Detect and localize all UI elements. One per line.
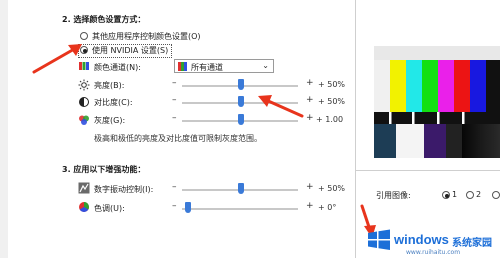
color-channel-dropdown[interactable]: 所有通道 ⌄: [174, 59, 274, 73]
hue-icon: [78, 201, 90, 213]
reference-label: 引用图像:: [376, 191, 411, 200]
gamma-increase[interactable]: +: [306, 113, 314, 123]
contrast-decrease[interactable]: –: [172, 95, 177, 105]
bar-yellow: [390, 60, 406, 112]
brightness-decrease[interactable]: –: [172, 78, 177, 88]
contrast-value: + 50%: [318, 97, 346, 106]
reference-divider: [356, 170, 500, 171]
vibrance-value: + 50%: [318, 184, 346, 193]
vibrance-slider-thumb[interactable]: [238, 183, 244, 194]
radio-other-app[interactable]: [80, 32, 88, 40]
bar-magenta: [438, 60, 454, 112]
color-channel-label: 颜色通道(N):: [94, 63, 141, 72]
bar-cyan: [406, 60, 422, 112]
chevron-down-icon: ⌄: [262, 61, 269, 70]
hue-increase[interactable]: +: [306, 201, 314, 211]
channel-swatch-icon: [178, 62, 187, 73]
vibrance-increase[interactable]: +: [306, 182, 314, 192]
bar-blue: [470, 60, 486, 112]
bar-black: [486, 60, 500, 112]
color-channel-value: 所有通道: [191, 63, 223, 72]
brightness-icon: [78, 79, 90, 91]
annotation-arrow-contrast: [258, 95, 304, 118]
contrast-label: 对比度(C):: [94, 98, 133, 107]
digital-vibrance-icon: [78, 182, 90, 194]
watermark-url: www.ruihaitu.com: [406, 249, 461, 256]
bar-red: [454, 60, 470, 112]
brightness-label: 亮度(B):: [94, 81, 125, 90]
hue-label: 色调(U):: [94, 204, 125, 213]
brightness-slider-thumb[interactable]: [238, 79, 244, 90]
reference-radio-2[interactable]: [466, 191, 474, 199]
gamma-value: + 1.00: [316, 115, 344, 124]
reference-option-1[interactable]: 1: [452, 190, 457, 199]
contrast-increase[interactable]: +: [306, 95, 314, 105]
gamma-decrease[interactable]: –: [172, 113, 177, 123]
range-note: 极高和极低的亮度及对比度值可限制灰度范围。: [94, 134, 262, 143]
block-gray-ramp: [462, 124, 500, 158]
preview-top-strip: [374, 46, 500, 60]
reference-radio-1[interactable]: [442, 191, 450, 199]
block-dark: [446, 124, 462, 158]
block-white: [396, 124, 424, 158]
section-2-title: 2. 选择颜色设置方式：: [62, 15, 146, 24]
windows-logo-icon: [368, 229, 390, 250]
gamma-label: 灰度(G):: [94, 116, 126, 125]
annotation-arrow-nvidia: [32, 44, 82, 74]
hue-decrease[interactable]: –: [172, 201, 177, 211]
brightness-value: + 50%: [318, 80, 346, 89]
hue-slider-thumb[interactable]: [185, 202, 191, 213]
contrast-icon: [78, 96, 90, 108]
digital-vibrance-label: 数字振动控制(I):: [94, 185, 154, 194]
section-3-title: 3. 应用以下增强功能：: [62, 165, 146, 174]
reference-option-2[interactable]: 2: [476, 190, 481, 199]
watermark-brand: windows: [394, 232, 449, 247]
hue-value: + 0°: [318, 203, 337, 212]
bar-white: [374, 60, 390, 112]
hue-slider-track[interactable]: [182, 208, 298, 210]
preview-stripe-row: [374, 112, 500, 124]
vibrance-decrease[interactable]: –: [172, 182, 177, 192]
bar-green: [422, 60, 438, 112]
watermark-suffix: 系统家园: [452, 238, 492, 249]
gamma-slider-thumb[interactable]: [238, 114, 244, 125]
contrast-slider-thumb[interactable]: [238, 96, 244, 107]
radio-other-app-label[interactable]: 其他应用程序控制颜色设置(O): [92, 31, 201, 42]
gamma-icon: [78, 114, 90, 126]
reference-preview: [374, 46, 500, 158]
brightness-increase[interactable]: +: [306, 78, 314, 88]
watermark: windows 系统家园 www.ruihaitu.com: [366, 226, 500, 258]
reference-radio-3[interactable]: [492, 191, 500, 199]
block-purple: [424, 124, 446, 158]
block-navy: [374, 124, 396, 158]
radio-nvidia-settings-label[interactable]: 使用 NVIDIA 设置(S): [92, 45, 168, 56]
